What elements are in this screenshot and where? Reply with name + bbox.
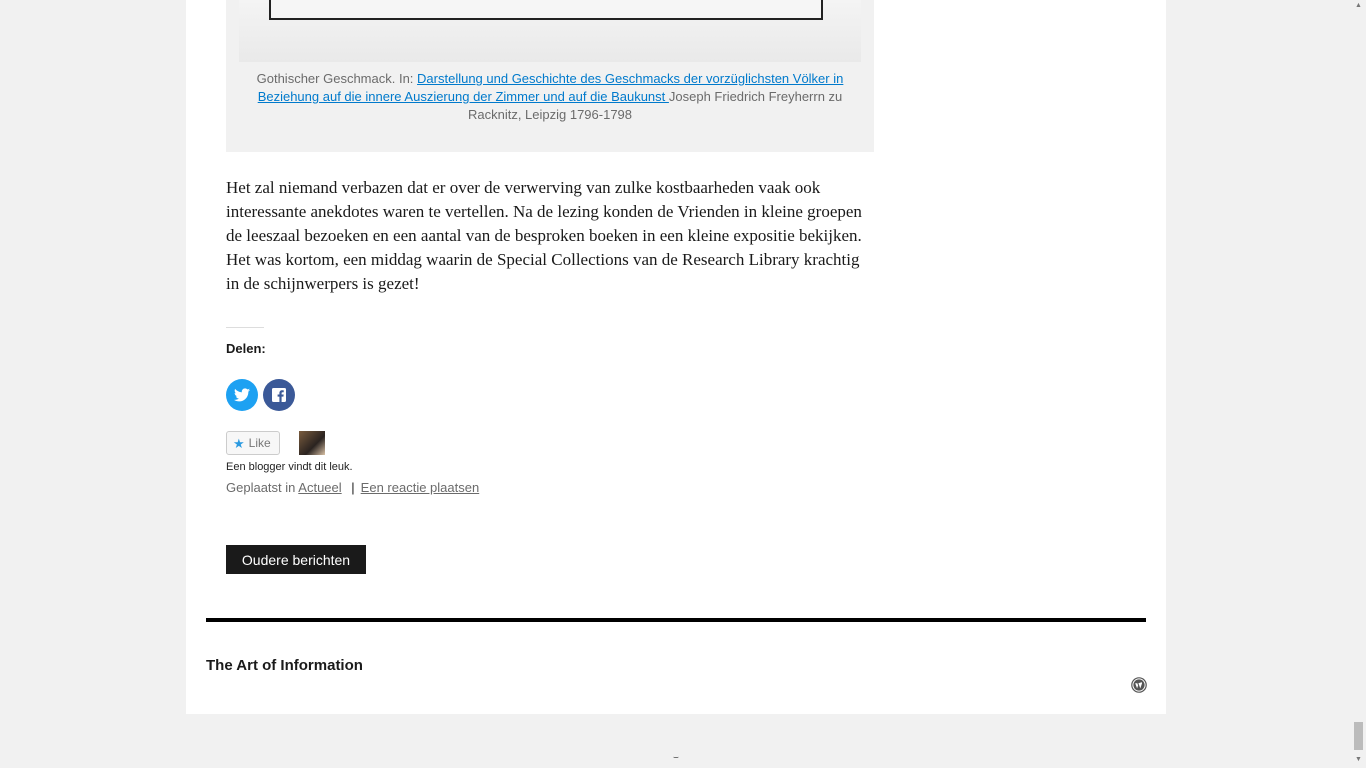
scrollbar[interactable]: ▲ ▼ bbox=[1351, 0, 1366, 768]
posted-in-label: Geplaatst in bbox=[226, 480, 296, 495]
wordpress-icon[interactable] bbox=[1131, 677, 1147, 693]
cursor-icon: ⌣ bbox=[673, 752, 679, 762]
post-meta: Geplaatst in Actueel | Een reactie plaats… bbox=[226, 480, 479, 495]
meta-separator: | bbox=[351, 480, 355, 495]
scroll-down-icon[interactable]: ▼ bbox=[1354, 756, 1363, 764]
figure-image bbox=[239, 0, 861, 62]
article-paragraph: Het zal niemand verbazen dat er over de … bbox=[226, 178, 862, 293]
category-link[interactable]: Actueel bbox=[298, 480, 341, 495]
site-title[interactable]: The Art of Information bbox=[206, 657, 363, 674]
older-posts-button[interactable]: Oudere berichten bbox=[226, 545, 366, 574]
facebook-icon bbox=[272, 388, 286, 402]
twitter-icon bbox=[234, 388, 250, 402]
like-label: Like bbox=[248, 436, 271, 450]
share-title: Delen: bbox=[226, 341, 266, 356]
share-facebook-button[interactable] bbox=[263, 379, 295, 411]
figure-caption: Gothischer Geschmack. In: Darstellung un… bbox=[239, 70, 861, 124]
avatar[interactable] bbox=[299, 431, 325, 455]
like-button[interactable]: ★ Like bbox=[226, 431, 280, 455]
likes-count-text: Een blogger vindt dit leuk. bbox=[226, 461, 353, 473]
image-frame-drawing bbox=[269, 0, 823, 20]
page-content: Gothischer Geschmack. In: Darstellung un… bbox=[186, 0, 1166, 714]
star-icon: ★ bbox=[233, 435, 245, 451]
scroll-up-icon[interactable]: ▲ bbox=[1354, 2, 1363, 10]
share-divider bbox=[226, 327, 264, 328]
footer-divider bbox=[206, 618, 1146, 622]
scroll-thumb[interactable] bbox=[1354, 722, 1363, 750]
share-twitter-button[interactable] bbox=[226, 379, 258, 411]
figure: Gothischer Geschmack. In: Darstellung un… bbox=[226, 0, 874, 152]
caption-prefix: Gothischer Geschmack. In: bbox=[256, 71, 418, 86]
comment-link[interactable]: Een reactie plaatsen bbox=[361, 480, 480, 495]
